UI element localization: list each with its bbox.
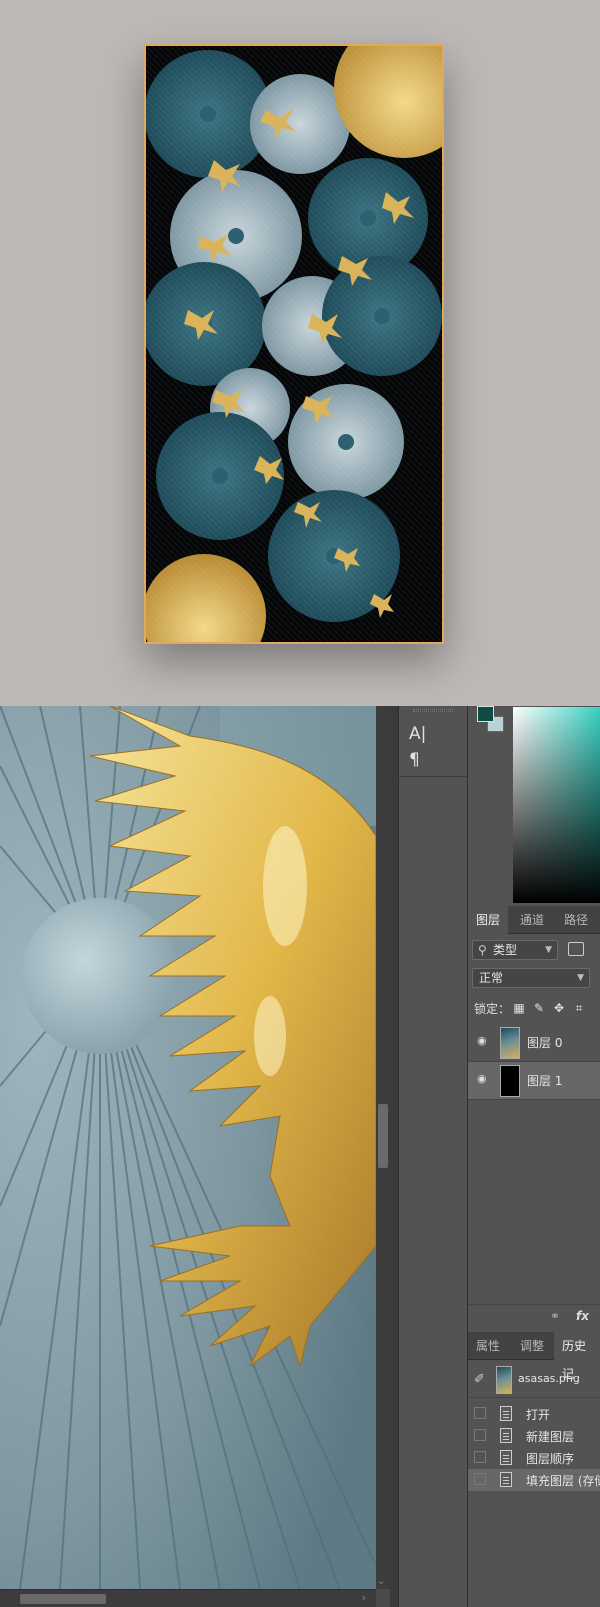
link-icon[interactable]: ⚭ [550, 1309, 560, 1323]
layer-row-selected[interactable]: ◉ 图层 1 [468, 1062, 600, 1100]
history-checkbox[interactable] [474, 1407, 486, 1419]
scroll-down-arrow-icon[interactable]: ⌄ [377, 1576, 385, 1587]
vertical-scroll-thumb[interactable] [378, 1104, 388, 1168]
layers-footer-bar: ⚭ fx [468, 1304, 600, 1330]
collapsed-panel-column: A| ¶ [398, 706, 468, 1607]
blend-mode-dropdown[interactable]: 正常 ▼ [472, 968, 590, 988]
framed-artwork [144, 44, 444, 644]
lock-label: 锁定： [474, 1002, 511, 1016]
zoomed-artwork [0, 706, 376, 1589]
blend-mode-value: 正常 [479, 971, 504, 985]
tab-layers[interactable]: 图层 [468, 906, 509, 934]
history-brush-icon[interactable]: ✐ [474, 1372, 485, 1387]
photoshop-workspace: ⌄ › A| ¶ 图层 通道 路径 ⚲ 类型 ▼ 正常 ▼ 锁定： ▦ ✎ ✥ … [0, 706, 600, 1607]
panel-grip[interactable] [413, 709, 453, 712]
visibility-eye-icon[interactable]: ◉ [477, 1035, 491, 1046]
foreground-color-swatch[interactable] [477, 706, 494, 722]
lock-transparency-icon[interactable]: ▦ [512, 1001, 526, 1015]
history-item[interactable]: 打开 [468, 1403, 600, 1425]
vertical-scrollbar[interactable]: ⌄ [376, 706, 390, 1589]
document-canvas[interactable] [0, 706, 376, 1589]
chevron-down-icon: ▼ [577, 973, 584, 983]
history-item-label: 填充图层 (存储 [526, 1474, 600, 1488]
layers-panel-tabs: 图层 通道 路径 [468, 906, 600, 934]
right-panels: 图层 通道 路径 ⚲ 类型 ▼ 正常 ▼ 锁定： ▦ ✎ ✥ ⌗ ◉ 图层 0 … [468, 706, 600, 1607]
lock-row: 锁定： ▦ ✎ ✥ ⌗ [468, 996, 600, 1020]
chevron-down-icon: ▼ [545, 945, 552, 955]
layer-thumbnail [500, 1065, 520, 1097]
history-item[interactable]: 图层顺序 [468, 1447, 600, 1469]
artwork-preview-area [0, 0, 600, 706]
history-checkbox[interactable] [474, 1429, 486, 1441]
tab-adjustments[interactable]: 调整 [512, 1332, 552, 1360]
history-checkbox[interactable] [474, 1473, 486, 1485]
scroll-right-arrow-icon[interactable]: › [362, 1591, 366, 1604]
type-tool-icon[interactable]: A| [409, 722, 439, 746]
layer-thumbnail [500, 1027, 520, 1059]
image-filter-icon[interactable] [568, 942, 584, 956]
layer-name: 图层 0 [527, 1036, 563, 1050]
layer-name: 图层 1 [527, 1074, 563, 1088]
lock-artboard-crop-icon[interactable]: ⌗ [572, 1001, 586, 1015]
paragraph-icon[interactable]: ¶ [409, 748, 439, 772]
panel-dock-strip [390, 706, 398, 1607]
tab-channels[interactable]: 通道 [512, 906, 552, 934]
history-item-label: 新建图层 [526, 1430, 575, 1444]
fx-icon[interactable]: fx [576, 1309, 589, 1323]
artwork-illustration [146, 46, 442, 642]
tab-properties[interactable]: 属性 [468, 1332, 508, 1360]
history-state-icon [500, 1472, 512, 1487]
snapshot-thumbnail [496, 1366, 512, 1394]
color-picker-field[interactable] [513, 707, 600, 903]
divider [399, 776, 467, 777]
history-item-label: 打开 [526, 1408, 551, 1422]
filter-kind-value: 类型 [493, 943, 518, 957]
history-item[interactable]: 新建图层 [468, 1425, 600, 1447]
search-icon: ⚲ [478, 943, 487, 957]
tab-paths[interactable]: 路径 [556, 906, 596, 934]
snapshot-name: asasas.png [518, 1372, 580, 1385]
history-item-selected[interactable]: 填充图层 (存储 [468, 1469, 600, 1491]
history-state-icon [500, 1406, 512, 1421]
history-state-icon [500, 1450, 512, 1465]
history-checkbox[interactable] [474, 1451, 486, 1463]
history-panel-tabs: 属性 调整 历史记 [468, 1332, 600, 1381]
history-snapshot[interactable]: ✐ asasas.png [468, 1362, 600, 1398]
layer-filter-dropdown[interactable]: ⚲ 类型 ▼ [472, 940, 558, 960]
tab-history[interactable]: 历史记 [554, 1332, 600, 1381]
history-state-icon [500, 1428, 512, 1443]
visibility-eye-icon[interactable]: ◉ [477, 1073, 491, 1084]
layer-row[interactable]: ◉ 图层 0 [468, 1024, 600, 1062]
lock-image-brush-icon[interactable]: ✎ [532, 1001, 546, 1015]
lock-position-move-icon[interactable]: ✥ [552, 1001, 566, 1015]
horizontal-scrollbar[interactable]: › [0, 1589, 376, 1607]
horizontal-scroll-thumb[interactable] [20, 1594, 106, 1604]
history-item-label: 图层顺序 [526, 1452, 575, 1466]
